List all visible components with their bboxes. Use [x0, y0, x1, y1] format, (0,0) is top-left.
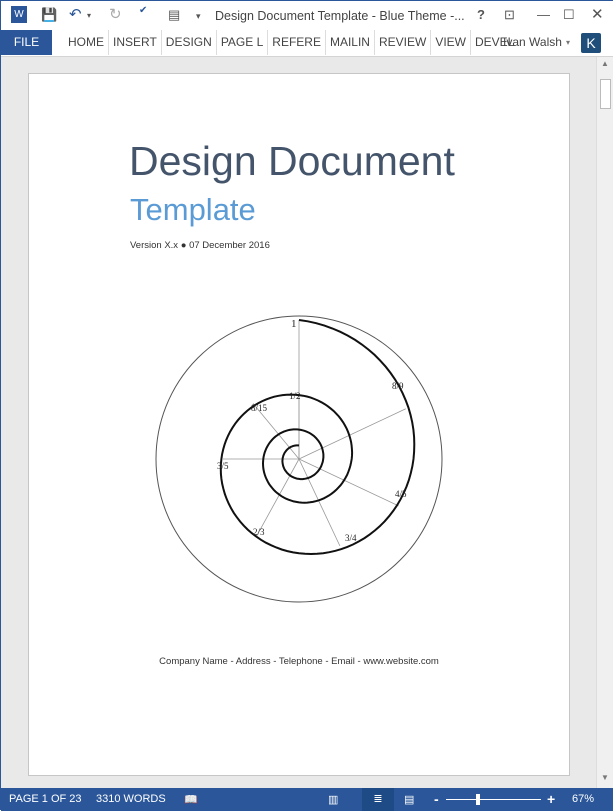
scroll-down-icon[interactable]: ▼: [601, 773, 609, 782]
figure-label: 8/9: [392, 381, 404, 391]
tab-page-layout[interactable]: PAGE L: [217, 30, 269, 55]
figure-label: 4/5: [395, 489, 407, 499]
title-bar: W 💾 ↶ ▾ ↻ ✔ ▤ ▾ Design Document Template…: [1, 1, 613, 31]
page-count[interactable]: PAGE 1 OF 23: [9, 793, 82, 805]
tab-review[interactable]: REVIEW: [375, 30, 432, 55]
tab-design[interactable]: DESIGN: [162, 30, 217, 55]
figure-label: 2/3: [253, 527, 265, 537]
word-icon: W: [11, 6, 27, 23]
figure-label: 1: [291, 318, 297, 330]
user-name[interactable]: Ivan Walsh: [503, 35, 562, 49]
zoom-slider[interactable]: [446, 799, 541, 800]
ribbon-display-icon[interactable]: ⊡: [504, 7, 515, 23]
maximize-icon[interactable]: ☐: [563, 7, 575, 23]
vertical-scrollbar[interactable]: ▲ ▼: [596, 57, 613, 788]
zoom-level[interactable]: 67%: [572, 793, 594, 805]
figure-label: 1/2: [289, 391, 301, 401]
file-tab[interactable]: FILE: [1, 30, 52, 55]
tab-insert[interactable]: INSERT: [109, 30, 162, 55]
zoom-out-button[interactable]: -: [434, 791, 439, 807]
spiral-line: [219, 319, 416, 556]
tab-references[interactable]: REFERE: [268, 30, 326, 55]
undo-icon[interactable]: ↶: [69, 5, 82, 23]
proofing-icon[interactable]: 📖: [184, 793, 198, 806]
scroll-thumb[interactable]: [600, 79, 611, 109]
customize-qat-icon[interactable]: ▾: [196, 11, 201, 22]
figure-label: 3/4: [345, 533, 357, 543]
web-layout-icon[interactable]: ▤: [404, 793, 414, 806]
undo-dropdown-icon[interactable]: ▾: [87, 11, 91, 20]
user-dropdown-icon[interactable]: ▾: [566, 38, 570, 47]
document-footer: Company Name - Address - Telephone - Ema…: [159, 656, 439, 667]
redo-icon[interactable]: ↻: [109, 5, 122, 23]
tab-mailings[interactable]: MAILIN: [326, 30, 375, 55]
layout-icon[interactable]: ▤: [168, 7, 180, 23]
help-icon[interactable]: ?: [477, 7, 485, 22]
figure-label: 3/5: [217, 461, 229, 471]
tab-view[interactable]: VIEW: [431, 30, 471, 55]
read-mode-icon[interactable]: ▥: [328, 793, 338, 806]
zoom-in-button[interactable]: +: [547, 791, 555, 807]
scroll-up-icon[interactable]: ▲: [601, 59, 609, 68]
spelling-icon[interactable]: ✔: [139, 5, 147, 16]
close-icon[interactable]: ✕: [591, 5, 604, 23]
ribbon: FILE HOME INSERT DESIGN PAGE L REFERE MA…: [1, 30, 613, 57]
figure-ray: [298, 458, 399, 507]
document-page[interactable]: Design Document Template Version X.x ● 0…: [28, 73, 570, 776]
save-icon[interactable]: 💾: [41, 7, 57, 23]
tab-home[interactable]: HOME: [64, 30, 109, 55]
minimize-icon[interactable]: —: [537, 7, 550, 22]
print-layout-icon[interactable]: ≣: [362, 788, 394, 811]
status-bar: PAGE 1 OF 23 3310 WORDS 📖 ▥ ≣ ▤ - + 67%: [1, 788, 613, 811]
window-title: Design Document Template - Blue Theme -.…: [215, 9, 465, 23]
avatar[interactable]: K: [581, 33, 601, 53]
zoom-slider-thumb[interactable]: [476, 794, 480, 805]
word-count[interactable]: 3310 WORDS: [96, 793, 166, 805]
spiral-figure: [155, 315, 443, 603]
figure-label: 8/15: [251, 403, 268, 413]
